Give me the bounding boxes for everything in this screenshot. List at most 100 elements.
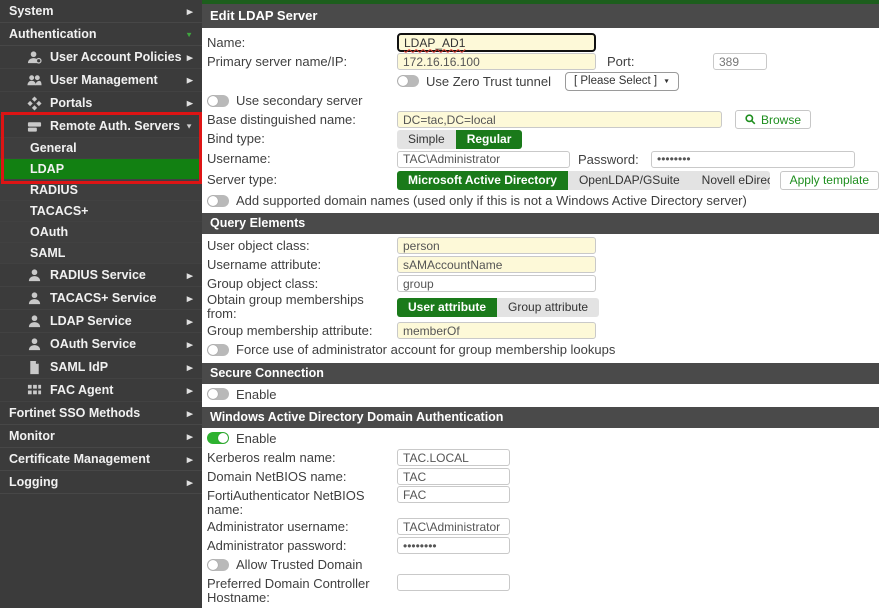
sidebar-item-general[interactable]: General: [0, 138, 202, 159]
sidebar-item-user-account-policies[interactable]: User Account Policies ▶: [0, 46, 202, 69]
zero-trust-toggle[interactable]: [397, 75, 419, 87]
chevron-right-icon: ▶: [187, 386, 193, 394]
add-domains-toggle[interactable]: [207, 195, 229, 207]
chevron-right-icon: ▶: [187, 76, 193, 84]
name-label: Name:: [207, 36, 397, 50]
password-input[interactable]: [651, 151, 855, 168]
bind-type-regular-button[interactable]: Regular: [456, 130, 523, 149]
winad-enable-label: Enable: [236, 431, 276, 446]
sidebar-item-portals[interactable]: Portals ▶: [0, 92, 202, 115]
apply-template-button[interactable]: Apply template: [780, 171, 879, 190]
sidebar-item-system[interactable]: System ▶: [0, 0, 202, 23]
allow-trusted-toggle[interactable]: [207, 559, 229, 571]
preferred-dc-input[interactable]: [397, 574, 510, 591]
secondary-server-toggle[interactable]: [207, 95, 229, 107]
sidebar-item-label: TACACS+: [30, 204, 193, 218]
sidebar-item-logging[interactable]: Logging ▶: [0, 471, 202, 494]
allow-trusted-row: Allow Trusted Domain: [202, 555, 879, 574]
zero-trust-select[interactable]: [ Please Select ] ▼: [565, 72, 679, 91]
server-type-row: Server type: Microsoft Active Directory …: [202, 169, 879, 191]
chevron-right-icon: ▶: [187, 432, 193, 440]
server-type-openldap-button[interactable]: OpenLDAP/GSuite: [568, 171, 691, 190]
port-input[interactable]: [713, 53, 767, 70]
chevron-right-icon: ▶: [187, 271, 193, 279]
page-title: Edit LDAP Server: [202, 4, 879, 28]
sidebar-item-label: User Account Policies: [50, 50, 187, 64]
obtain-user-attribute-button[interactable]: User attribute: [397, 298, 497, 317]
server-type-msad-button[interactable]: Microsoft Active Directory: [397, 171, 568, 190]
secondary-server-row: Use secondary server: [202, 91, 879, 110]
bind-type-simple-button[interactable]: Simple: [397, 130, 456, 149]
fac-netbios-input[interactable]: [397, 486, 510, 503]
netbios-input[interactable]: [397, 468, 510, 485]
sidebar-item-oauth[interactable]: OAuth: [0, 222, 202, 243]
admin-password-input[interactable]: [397, 537, 510, 554]
secure-enable-label: Enable: [236, 387, 276, 402]
allow-trusted-label: Allow Trusted Domain: [236, 557, 362, 572]
sidebar-item-radius[interactable]: RADIUS: [0, 180, 202, 201]
kerberos-input[interactable]: [397, 449, 510, 466]
group-object-class-label: Group object class:: [207, 277, 397, 291]
sidebar-item-label: RADIUS: [30, 183, 193, 197]
user-object-class-input[interactable]: [397, 237, 596, 254]
browse-button-label: Browse: [761, 113, 801, 127]
sidebar-item-radius-service[interactable]: RADIUS Service ▶: [0, 264, 202, 287]
browse-button[interactable]: Browse: [735, 110, 811, 129]
sidebar: System ▶ Authentication ▼ User Account P…: [0, 0, 202, 608]
secure-enable-toggle[interactable]: [207, 388, 229, 400]
username-attribute-input[interactable]: [397, 256, 596, 273]
sidebar-item-tacacs[interactable]: TACACS+: [0, 201, 202, 222]
group-membership-attr-input[interactable]: [397, 322, 596, 339]
apply-template-label: Apply template: [790, 173, 869, 187]
secure-enable-row: Enable: [202, 384, 879, 404]
zero-trust-select-value: [ Please Select ]: [574, 75, 657, 87]
portals-icon: [27, 96, 43, 111]
sidebar-item-label: Fortinet SSO Methods: [9, 406, 187, 420]
user-icon: [27, 268, 43, 283]
sidebar-item-label: System: [9, 4, 187, 18]
sidebar-item-tacacs-service[interactable]: TACACS+ Service ▶: [0, 287, 202, 310]
sidebar-item-fortinet-sso-methods[interactable]: Fortinet SSO Methods ▶: [0, 402, 202, 425]
group-object-class-input[interactable]: [397, 275, 596, 292]
winad-enable-toggle[interactable]: [207, 432, 229, 444]
primary-server-input[interactable]: [397, 53, 596, 70]
admin-username-input[interactable]: [397, 518, 510, 535]
sidebar-item-monitor[interactable]: Monitor ▶: [0, 425, 202, 448]
preferred-dc-label: Preferred Domain Controller Hostname:: [207, 574, 397, 605]
name-input[interactable]: LDAP_AD1: [397, 33, 596, 52]
sidebar-item-ldap-service[interactable]: LDAP Service ▶: [0, 310, 202, 333]
username-input[interactable]: [397, 151, 570, 168]
sidebar-item-user-management[interactable]: User Management ▶: [0, 69, 202, 92]
sidebar-item-saml[interactable]: SAML: [0, 243, 202, 264]
user-icon: [27, 314, 43, 329]
chevron-right-icon: ▶: [187, 340, 193, 348]
name-row: Name: LDAP_AD1: [202, 33, 879, 52]
sidebar-item-saml-idp[interactable]: SAML IdP ▶: [0, 356, 202, 379]
sidebar-item-label: OAuth Service: [50, 337, 187, 351]
force-admin-toggle[interactable]: [207, 344, 229, 356]
sidebar-item-ldap[interactable]: LDAP: [0, 159, 202, 180]
grid-icon: [27, 383, 43, 398]
base-dn-input[interactable]: [397, 111, 722, 128]
sidebar-item-label: User Management: [50, 73, 187, 87]
sidebar-item-remote-auth-servers[interactable]: Remote Auth. Servers ▼: [0, 115, 202, 138]
obtain-memberships-row: Obtain group memberships from: User attr…: [202, 293, 879, 321]
sidebar-item-oauth-service[interactable]: OAuth Service ▶: [0, 333, 202, 356]
sidebar-item-label: Authentication: [9, 27, 185, 41]
preferred-dc-row: Preferred Domain Controller Hostname:: [202, 574, 879, 605]
sidebar-item-label: Portals: [50, 96, 187, 110]
admin-password-row: Administrator password:: [202, 536, 879, 555]
sidebar-item-certificate-management[interactable]: Certificate Management ▶: [0, 448, 202, 471]
server-type-label: Server type:: [207, 173, 397, 187]
group-membership-attr-row: Group membership attribute:: [202, 321, 879, 340]
chevron-right-icon: ▶: [187, 317, 193, 325]
server-type-novell-button[interactable]: Novell eDirectory/Others: [691, 171, 770, 190]
chevron-down-icon: ▼: [663, 78, 670, 84]
obtain-group-attribute-button[interactable]: Group attribute: [497, 298, 599, 317]
sidebar-item-authentication[interactable]: Authentication ▼: [0, 23, 202, 46]
password-label: Password:: [570, 152, 651, 167]
main-panel: Edit LDAP Server Name: LDAP_AD1 Primary …: [202, 0, 879, 608]
group-membership-attr-label: Group membership attribute:: [207, 324, 397, 338]
base-dn-row: Base distinguished name: Browse: [202, 110, 879, 129]
sidebar-item-fac-agent[interactable]: FAC Agent ▶: [0, 379, 202, 402]
